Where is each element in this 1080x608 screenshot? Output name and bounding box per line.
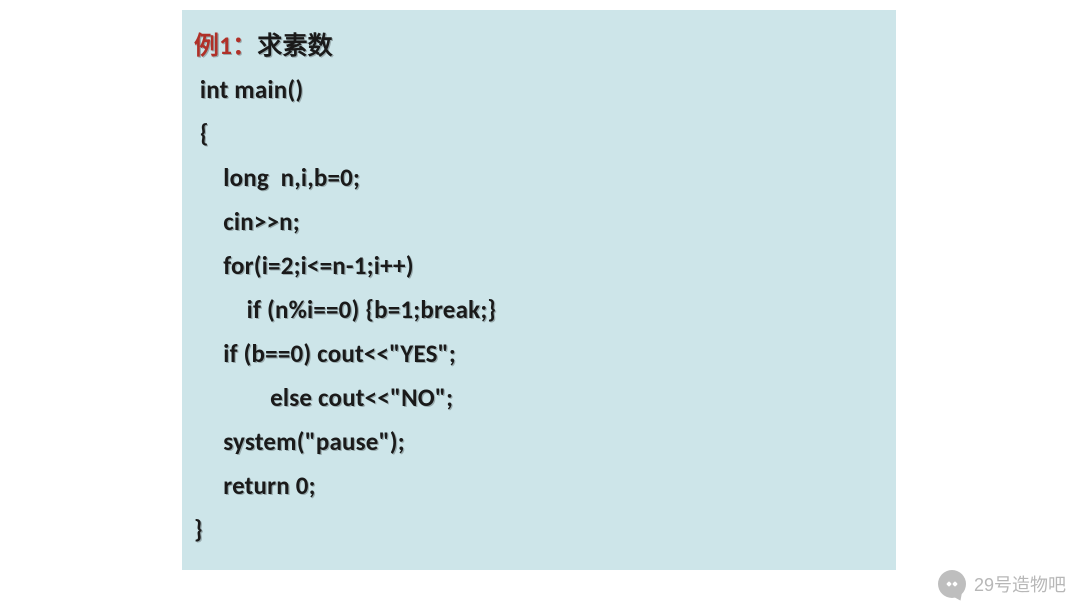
code-line: for(i=2;i<=n-1;i++) bbox=[194, 244, 880, 288]
watermark-text: 29号造物吧 bbox=[974, 571, 1066, 597]
code-panel: 例1：求素数 int main() { long n,i,b=0; cin>>n… bbox=[182, 10, 896, 570]
code-line: else cout<<"NO"; bbox=[194, 376, 880, 420]
code-line: cin>>n; bbox=[194, 200, 880, 244]
wechat-icon bbox=[938, 570, 966, 598]
code-line: long n,i,b=0; bbox=[194, 156, 880, 200]
title-prefix: 例1： bbox=[194, 30, 257, 61]
code-line: system("pause"); bbox=[194, 420, 880, 464]
code-line: if (n%i==0) {b=1;break;} bbox=[194, 288, 880, 332]
code-line: { bbox=[194, 112, 880, 156]
watermark: 29号造物吧 bbox=[938, 570, 1066, 598]
code-line: int main() bbox=[194, 68, 880, 112]
title-rest: 求素数 bbox=[257, 32, 333, 60]
code-line: return 0; bbox=[194, 464, 880, 508]
code-line: } bbox=[194, 508, 880, 552]
code-title: 例1：求素数 bbox=[194, 24, 880, 68]
code-line: if (b==0) cout<<"YES"; bbox=[194, 332, 880, 376]
